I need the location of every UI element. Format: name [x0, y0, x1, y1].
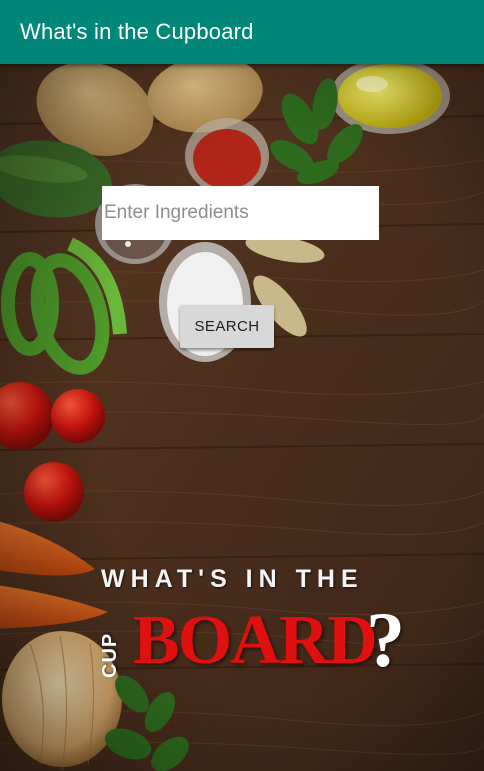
search-button[interactable]: SEARCH [180, 305, 274, 348]
app-bar: What's in the Cupboard [0, 0, 484, 64]
ingredients-input[interactable] [102, 186, 379, 240]
logo-board-text: BOARD [133, 602, 378, 679]
logo-question-mark: ? [366, 596, 405, 683]
logo-cup-text: CUP [99, 632, 121, 678]
logo-tagline: WHAT'S IN THE [101, 565, 364, 593]
page-title: What's in the Cupboard [20, 19, 254, 44]
app-screen: What's in the Cupboard Enter Ingredients… [0, 0, 484, 771]
